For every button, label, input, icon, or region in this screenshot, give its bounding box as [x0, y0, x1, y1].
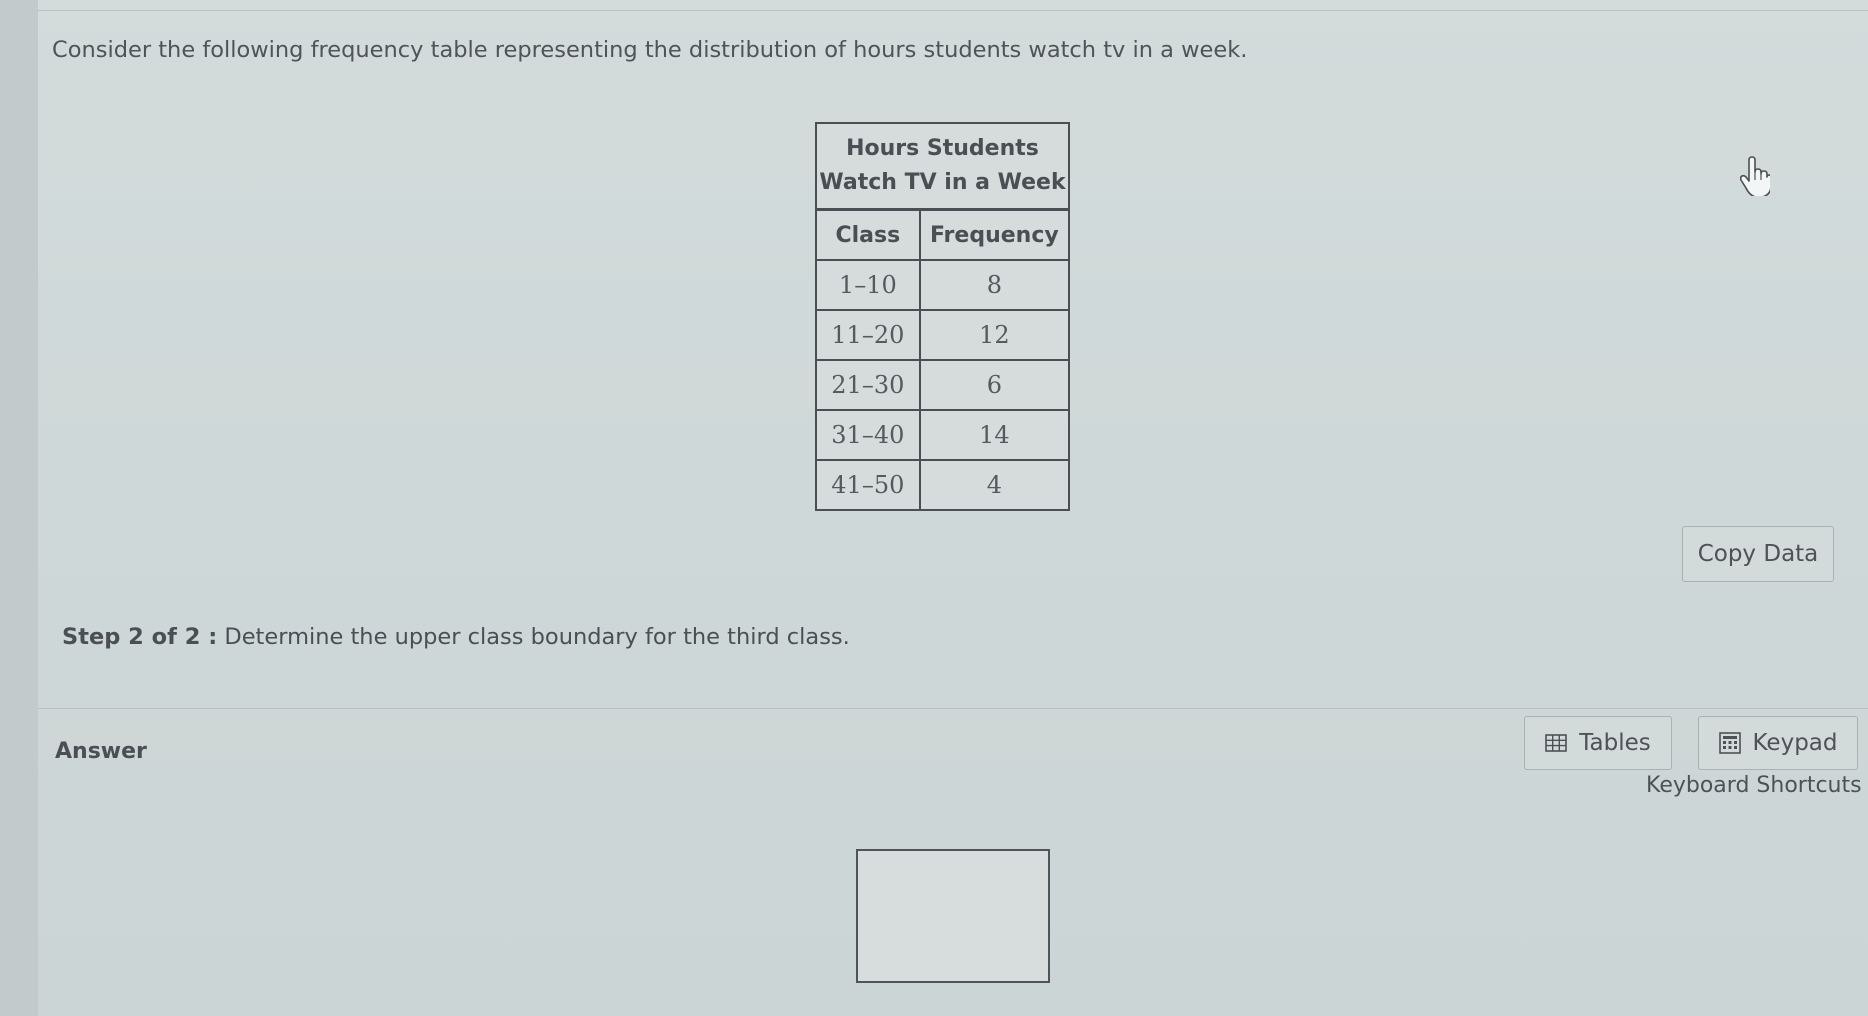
left-margin-strip — [0, 0, 38, 1016]
frequency-cell: 8 — [918, 259, 1071, 311]
copy-data-button[interactable]: Copy Data — [1682, 526, 1834, 582]
table-row: 21–30 6 — [815, 359, 1071, 411]
tables-button[interactable]: Tables — [1524, 716, 1672, 770]
keypad-button[interactable]: Keypad — [1698, 716, 1858, 770]
class-cell: 41–50 — [815, 459, 921, 511]
class-cell: 21–30 — [815, 359, 921, 411]
frequency-table: Hours Students Watch TV in a Week Class … — [815, 122, 1071, 511]
step-text: Determine the upper class boundary for t… — [224, 624, 850, 650]
tables-label: Tables — [1579, 730, 1651, 756]
class-cell: 31–40 — [815, 409, 921, 461]
table-title: Hours Students Watch TV in a Week — [815, 122, 1070, 211]
table-row: 31–40 14 — [815, 409, 1071, 461]
class-cell: 11–20 — [815, 309, 921, 361]
answer-divider — [38, 708, 1868, 709]
column-header-class: Class — [815, 208, 921, 261]
table-grid-icon — [1545, 734, 1568, 752]
table-row: 11–20 12 — [815, 309, 1071, 361]
hand-pointer-icon — [1740, 156, 1770, 196]
table-row: 41–50 4 — [815, 459, 1071, 511]
keypad-label: Keypad — [1752, 730, 1838, 756]
table-row: 1–10 8 — [815, 259, 1071, 311]
question-intro: Consider the following frequency table r… — [52, 37, 1248, 63]
step-instruction: Step 2 of 2 : Determine the upper class … — [62, 624, 850, 650]
frequency-cell: 4 — [918, 459, 1071, 511]
frequency-cell: 6 — [918, 359, 1071, 411]
answer-label: Answer — [55, 739, 147, 764]
step-label: Step 2 of 2 : — [62, 624, 218, 650]
top-divider — [38, 10, 1868, 11]
answer-input[interactable] — [856, 849, 1050, 983]
copy-data-label: Copy Data — [1697, 541, 1819, 567]
frequency-cell: 12 — [918, 309, 1071, 361]
keypad-icon — [1718, 732, 1741, 754]
frequency-cell: 14 — [918, 409, 1071, 461]
column-header-frequency: Frequency — [918, 208, 1071, 261]
keyboard-shortcuts-link[interactable]: Keyboard Shortcuts — [1646, 773, 1862, 798]
class-cell: 1–10 — [815, 259, 921, 311]
